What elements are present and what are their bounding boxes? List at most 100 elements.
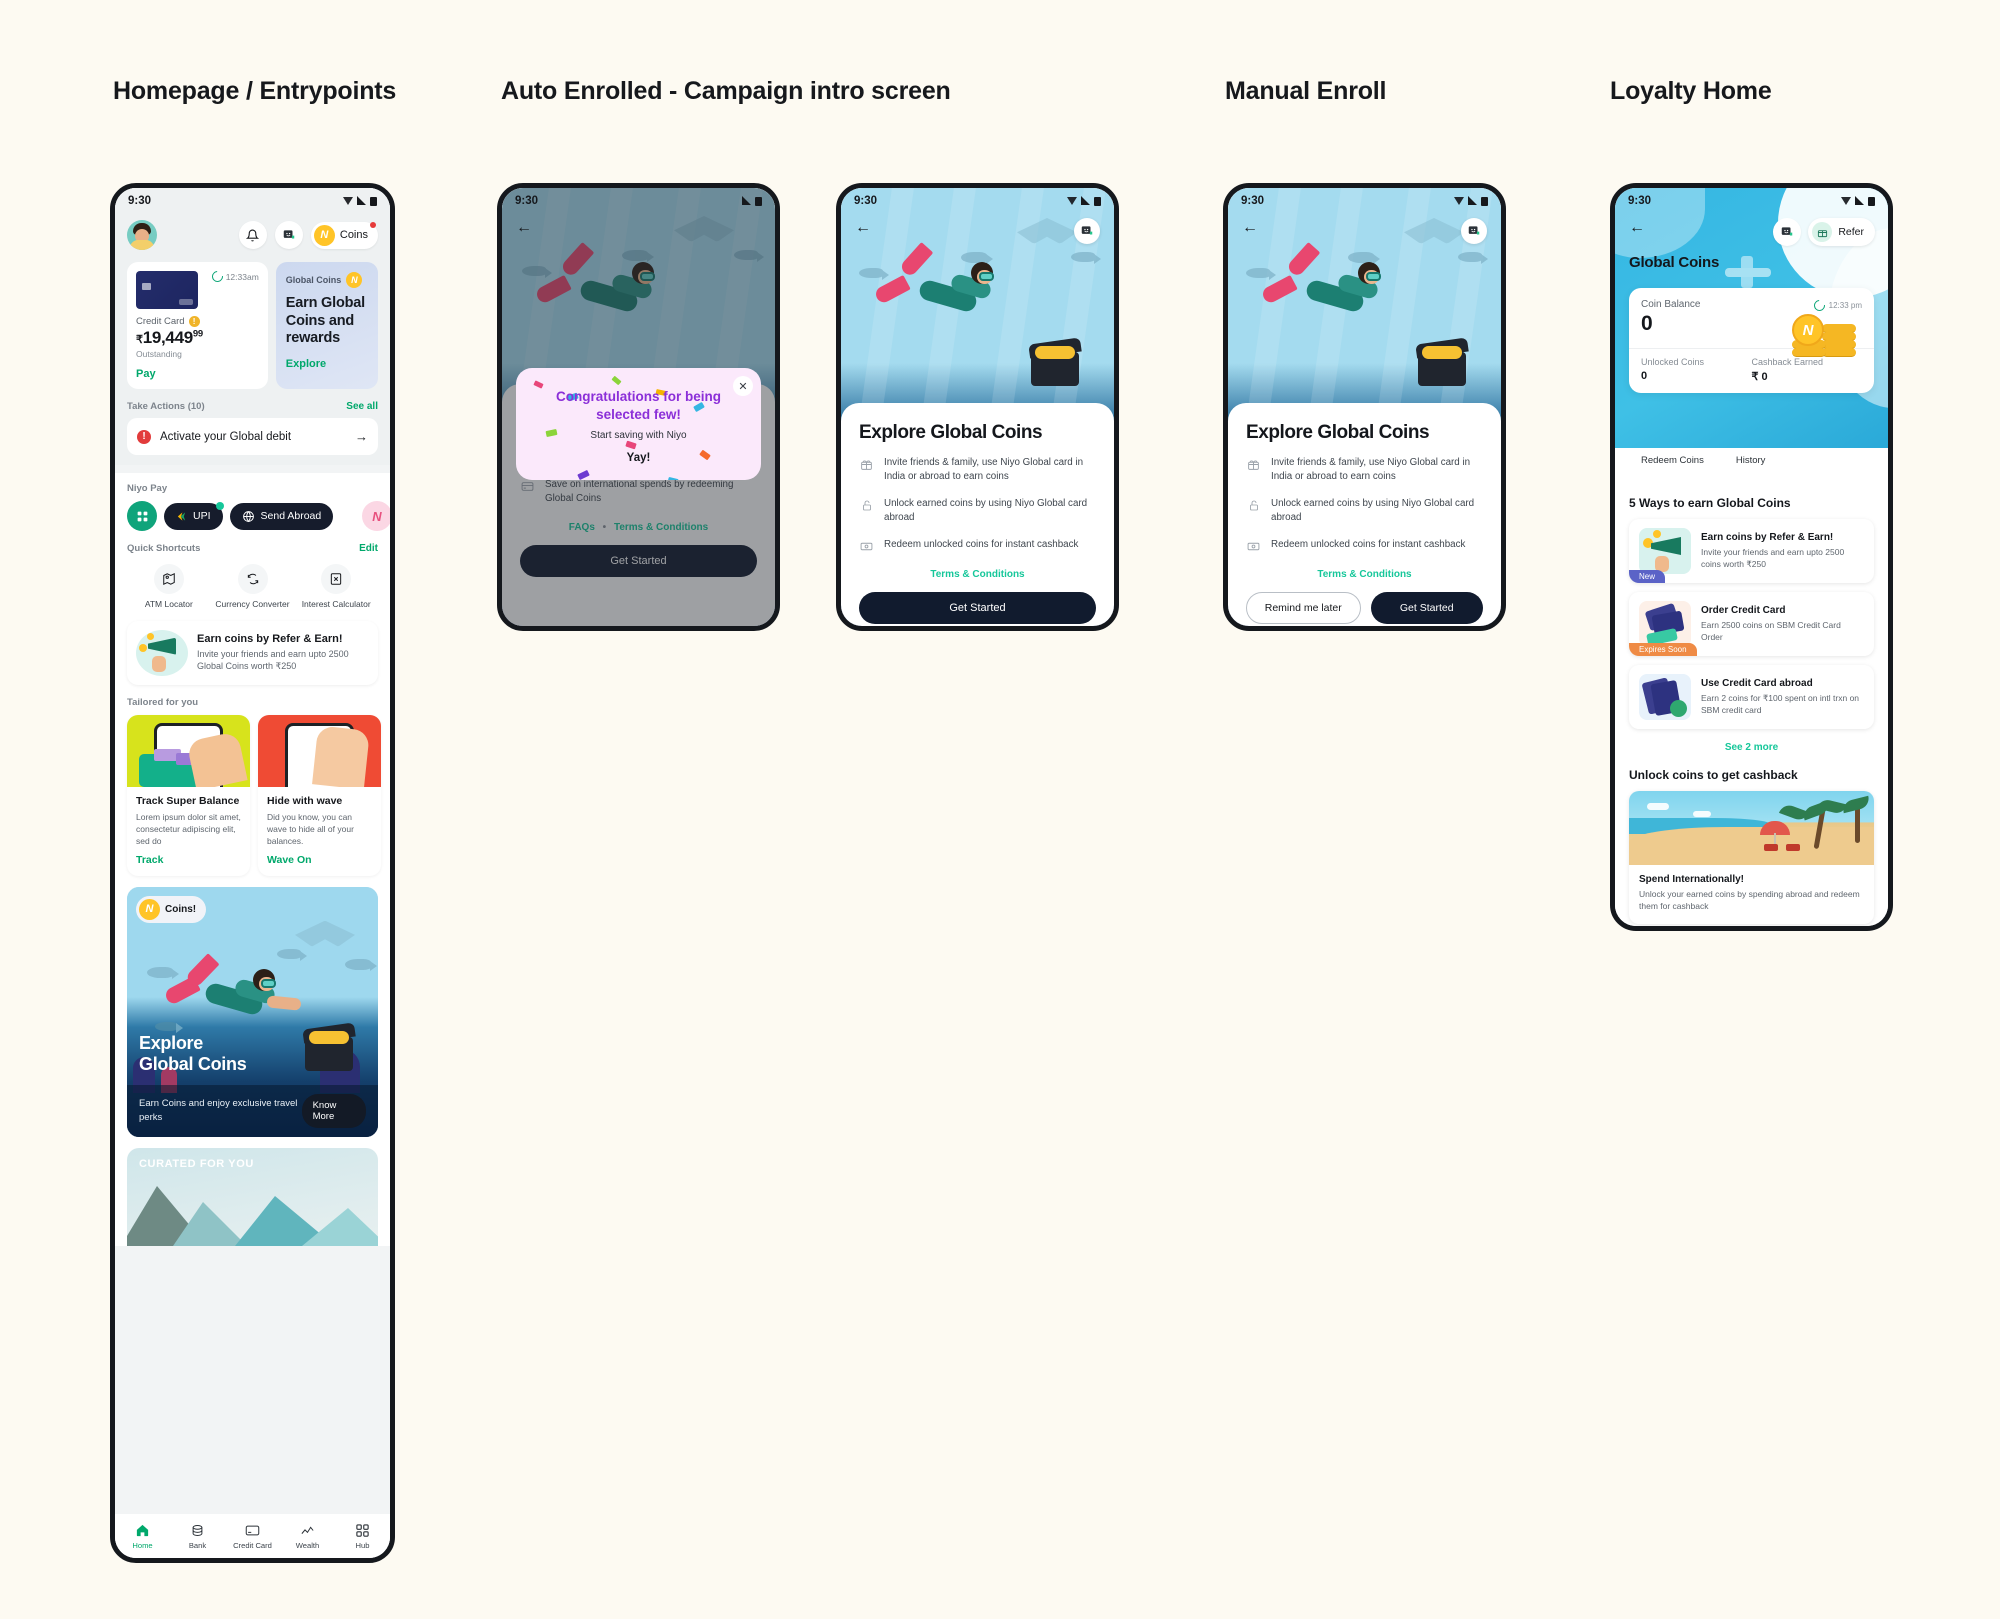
megaphone-icon <box>136 629 188 676</box>
tailored-card[interactable]: Track Super Balance Lorem ipsum dolor si… <box>127 714 250 876</box>
grid-icon <box>137 511 147 521</box>
tailored-row[interactable]: Track Super Balance Lorem ipsum dolor si… <box>127 714 381 876</box>
get-started-button[interactable]: Get Started <box>1370 591 1483 624</box>
status-icons <box>742 195 762 206</box>
send-abroad-label: Send Abroad <box>260 510 322 522</box>
niyo-pay-title: Niyo Pay <box>127 483 168 494</box>
coin-balance-card: Coin Balance 0 12:33 pm N Unlocked Coins… <box>1629 288 1874 393</box>
close-modal-button[interactable]: ✕ <box>733 376 753 396</box>
chat-support-button[interactable] <box>1461 218 1487 244</box>
tailored-card-cta[interactable]: Track <box>136 854 241 866</box>
take-actions-see-all[interactable]: See all <box>346 401 378 412</box>
global-coins-card[interactable]: Global Coins N Earn Global Coins and rew… <box>275 262 378 389</box>
status-bar: 9:30 <box>502 188 775 214</box>
tab-home[interactable]: Home <box>115 1523 170 1550</box>
tab-hub[interactable]: Hub <box>335 1523 390 1550</box>
tab-wealth[interactable]: Wealth <box>280 1523 335 1550</box>
chat-icon <box>283 230 295 239</box>
global-coins-heading: Earn Global Coins and rewards <box>285 295 365 347</box>
loyalty-body[interactable]: 5 Ways to earn Global Coins Earn coins b… <box>1615 484 1888 926</box>
credit-card-summary-card[interactable]: 12:33am Credit Card ! ₹19,44999 Outstand… <box>127 262 268 389</box>
currency-symbol: ₹ <box>136 334 143 346</box>
tailored-card-sub: Lorem ipsum dolor sit amet, consectetur … <box>136 811 241 847</box>
coins-entrypoint-button[interactable]: N Coins <box>310 221 378 249</box>
remind-me-later-button[interactable]: Remind me later <box>1246 591 1361 624</box>
curated-section[interactable]: CURATED FOR YOU <box>127 1147 378 1246</box>
status-time: 9:30 <box>1241 195 1265 207</box>
action-item-activate-debit[interactable]: ! Activate your Global debit → <box>127 418 378 455</box>
page-title: Global Coins <box>1629 254 1720 271</box>
avatar[interactable] <box>127 220 157 250</box>
sheet-bullet: Invite friends & family, use Niyo Global… <box>1246 456 1483 485</box>
refer-earn-card[interactable]: Earn coins by Refer & Earn! Invite your … <box>127 620 378 685</box>
chat-support-button[interactable] <box>1773 218 1802 246</box>
way-card[interactable]: Use Credit Card abroad Earn 2 coins for … <box>1629 665 1874 729</box>
phone-explore-global-coins: 9:30 ← Explore Global Coins Invite frien… <box>836 183 1119 631</box>
tab-credit-card[interactable]: Credit Card <box>225 1523 280 1550</box>
terms-link[interactable]: Terms & Conditions <box>1246 569 1483 580</box>
sheet-bullet: Unlock earned coins by using Niyo Global… <box>1246 497 1483 526</box>
modal-heading: Congratulations for being selected few! <box>556 389 721 422</box>
back-button[interactable]: ← <box>1242 220 1258 236</box>
quick-shortcuts-title: Quick Shortcuts <box>127 543 201 554</box>
chat-support-button[interactable] <box>1074 218 1100 244</box>
chevron-right-icon: → <box>355 429 368 444</box>
shortcut-currency-converter[interactable]: Currency Converter <box>211 564 295 610</box>
take-actions-title: Take Actions (10) <box>127 401 205 412</box>
scan-qr-button[interactable] <box>127 501 157 531</box>
calculator-icon <box>321 564 352 594</box>
unlock-card[interactable]: Spend Internationally! Unlock your earne… <box>1629 791 1874 924</box>
coins-stack-icon <box>192 1524 203 1536</box>
know-more-button[interactable]: Know More <box>301 1093 366 1128</box>
get-started-button[interactable]: Get Started <box>859 591 1096 624</box>
explore-sheet-manual: Explore Global Coins Invite friends & fa… <box>1228 403 1501 626</box>
homepage-scroll[interactable]: N Coins 12:33am Credit Card ! ₹19,44999 … <box>115 188 390 1558</box>
back-button[interactable]: ← <box>1629 220 1645 236</box>
info-icon[interactable]: ! <box>188 316 200 327</box>
sheet-bullet: Redeem unlocked coins for instant cashba… <box>859 538 1096 554</box>
quick-shortcuts-edit[interactable]: Edit <box>359 543 378 554</box>
notification-bell-button[interactable] <box>238 221 267 249</box>
banner-title-line2: Global Coins <box>139 1053 247 1074</box>
explore-global-coins-banner[interactable]: N Coins! Explore Global Coins Earn Coins… <box>127 886 378 1137</box>
send-abroad-button[interactable]: Send Abroad <box>229 502 334 530</box>
upi-button[interactable]: UPI <box>164 501 224 530</box>
pay-link[interactable]: Pay <box>136 368 259 380</box>
chat-icon <box>1081 226 1093 235</box>
shortcut-interest-calculator[interactable]: Interest Calculator <box>294 564 378 610</box>
column-title-manual-enroll: Manual Enroll <box>1225 77 1387 105</box>
modal-cta[interactable]: Yay! <box>532 452 745 464</box>
back-button[interactable]: ← <box>516 220 532 236</box>
refer-button[interactable]: Refer <box>1808 218 1875 246</box>
refer-sub: Invite your friends and earn upto 2500 G… <box>197 648 349 672</box>
way-card[interactable]: Order Credit Card Earn 2500 coins on SBM… <box>1629 592 1874 656</box>
explore-link[interactable]: Explore <box>286 358 368 370</box>
amount-value: 19,449 <box>142 328 194 347</box>
wifi-icon <box>1067 197 1077 205</box>
shortcut-atm-locator[interactable]: ATM Locator <box>127 564 211 610</box>
loyalty-chips: Redeem Coins History <box>1629 450 1778 471</box>
way-title: Use Credit Card abroad <box>1701 677 1813 689</box>
column-title-homepage: Homepage / Entrypoints <box>113 77 397 105</box>
tailored-card[interactable]: Hide with wave Did you know, you can wav… <box>257 714 381 876</box>
map-pin-icon <box>153 564 184 594</box>
back-button[interactable]: ← <box>855 220 871 236</box>
terms-link[interactable]: Terms & Conditions <box>859 569 1096 580</box>
lock-icon <box>1246 498 1261 513</box>
unlock-card-sub: Unlock your earned coins by spending abr… <box>1639 889 1860 912</box>
signal-icon <box>357 195 366 205</box>
way-card[interactable]: Earn coins by Refer & Earn! Invite your … <box>1629 519 1874 583</box>
see-more-link[interactable]: See 2 more <box>1629 742 1874 753</box>
bullet-text: Unlock earned coins by using Niyo Global… <box>1271 497 1475 524</box>
chat-support-button[interactable] <box>274 221 303 249</box>
history-chip[interactable]: History <box>1723 450 1778 471</box>
tailored-card-title: Hide with wave <box>266 794 343 807</box>
tab-label: Hub <box>355 1540 370 1550</box>
refresh-icon <box>209 268 225 285</box>
shortcut-label: ATM Locator <box>144 599 193 609</box>
card-icon <box>245 1525 260 1535</box>
niyo-peek-button[interactable]: N <box>362 501 390 531</box>
tailored-card-cta[interactable]: Wave On <box>267 854 372 866</box>
redeem-coins-chip[interactable]: Redeem Coins <box>1629 450 1716 471</box>
tab-bank[interactable]: Bank <box>170 1523 225 1550</box>
